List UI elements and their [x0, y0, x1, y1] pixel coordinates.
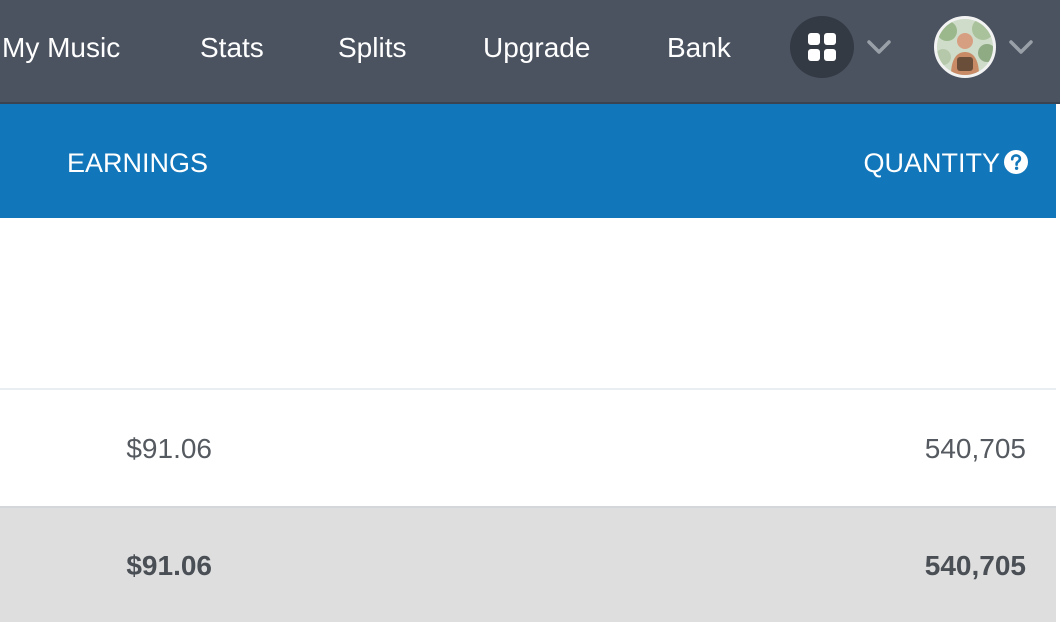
avatar-photo — [937, 19, 993, 75]
empty-row — [0, 218, 1056, 390]
user-menu-chevron-down-icon[interactable] — [1008, 38, 1034, 56]
total-quantity: 540,705 — [924, 550, 1026, 581]
nav-link-stats[interactable]: Stats — [200, 30, 264, 66]
scroll-edge — [1056, 104, 1060, 622]
table-row: $91.06 540,705 — [0, 390, 1056, 508]
table-total-row: $91.06 540,705 — [0, 508, 1056, 622]
cell-earnings: $91.06 — [126, 433, 212, 464]
question-circle-icon[interactable] — [1003, 149, 1029, 175]
nav-link-bank[interactable]: Bank — [667, 30, 731, 66]
apps-grid-icon — [808, 33, 836, 61]
column-header-earnings[interactable]: EARNINGS — [67, 146, 208, 180]
user-avatar[interactable] — [934, 16, 996, 78]
table-header: EARNINGS QUANTITY — [0, 104, 1058, 218]
top-navigation-bar: My Music Stats Splits Upgrade Bank — [0, 0, 1060, 104]
nav-link-my-music[interactable]: My Music — [2, 30, 120, 66]
chevron-down-icon[interactable] — [866, 38, 892, 56]
page: My Music Stats Splits Upgrade Bank EARNI… — [0, 0, 1060, 622]
nav-link-upgrade[interactable]: Upgrade — [483, 30, 590, 66]
nav-link-splits[interactable]: Splits — [338, 30, 406, 66]
cell-quantity: 540,705 — [924, 433, 1026, 464]
column-header-quantity[interactable]: QUANTITY — [863, 146, 1000, 180]
total-earnings: $91.06 — [126, 550, 212, 581]
apps-menu-button[interactable] — [790, 16, 854, 78]
